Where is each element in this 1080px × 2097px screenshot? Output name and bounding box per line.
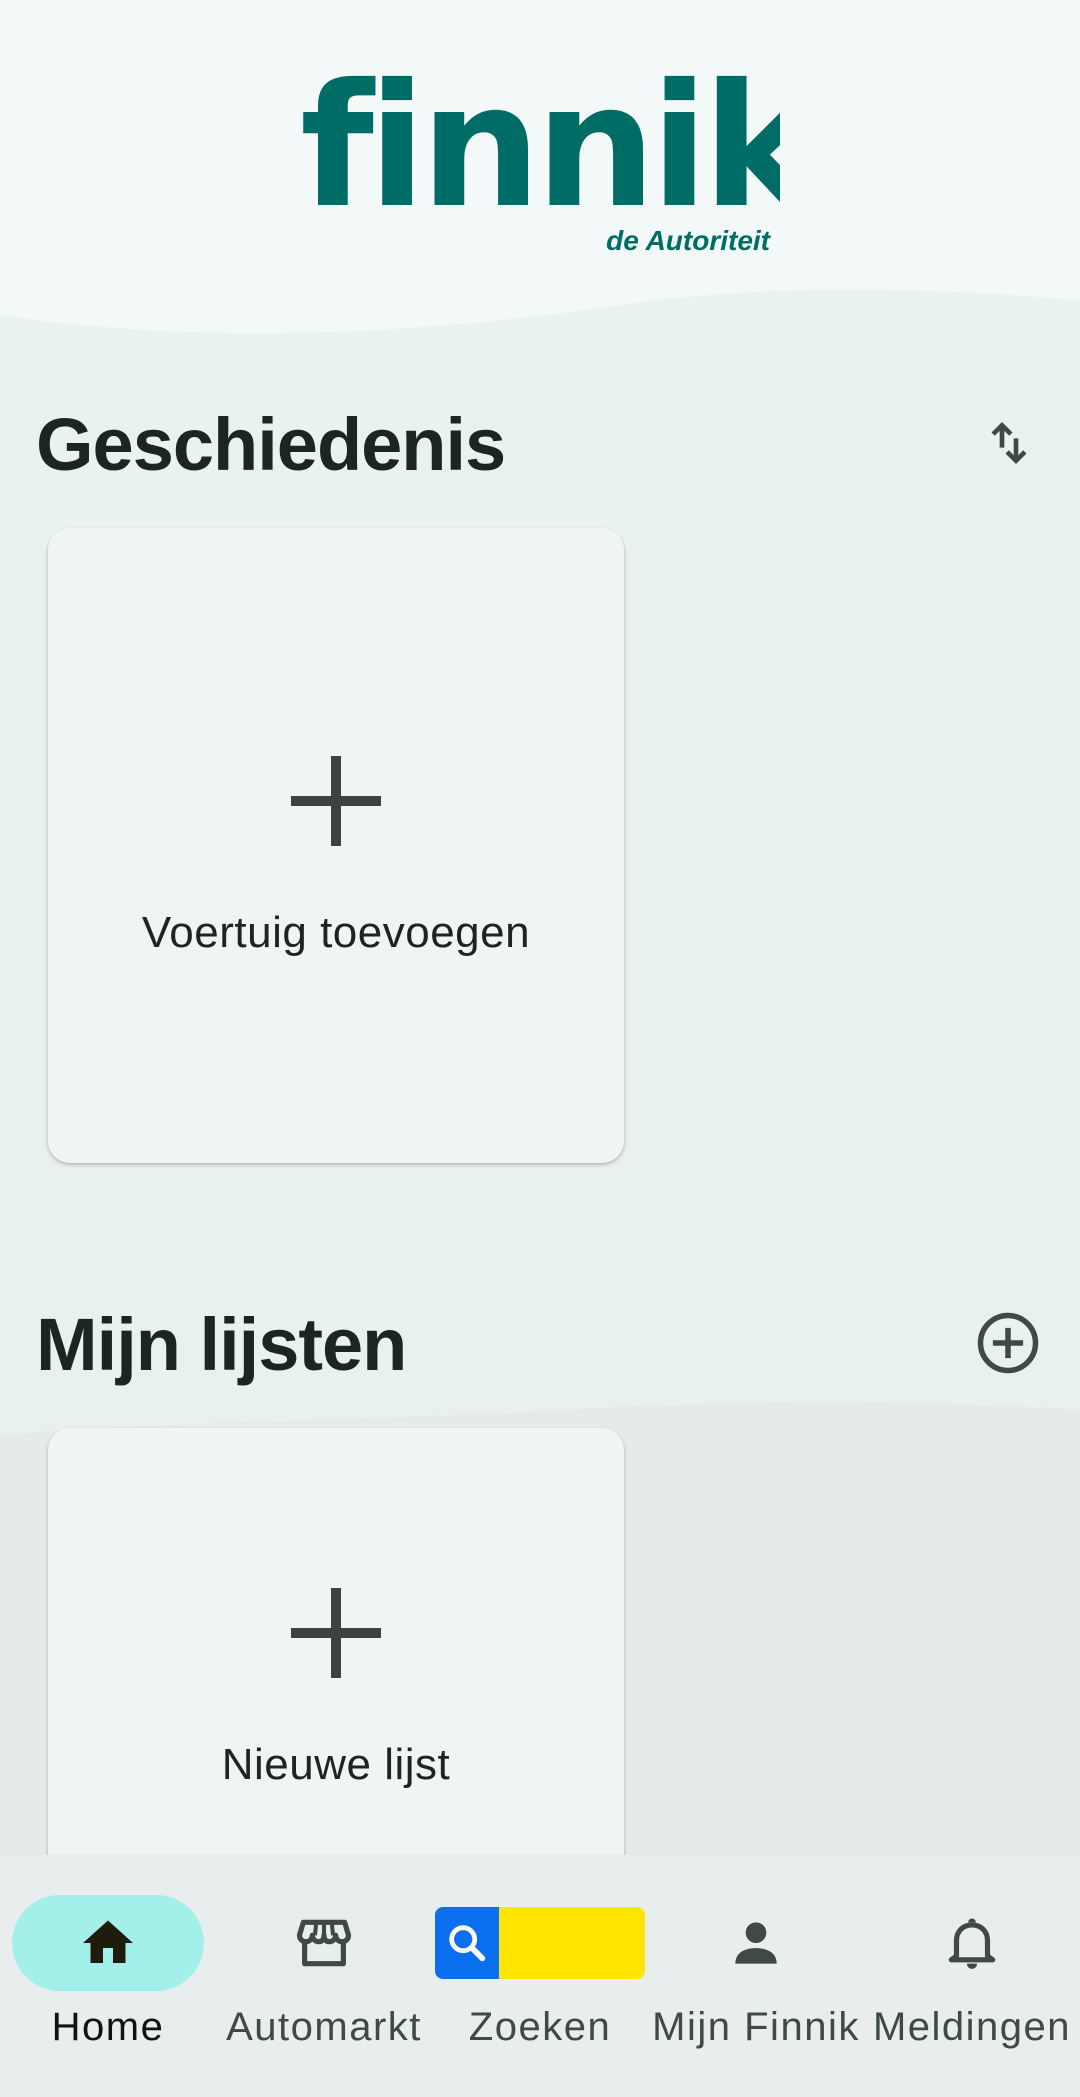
add-circle-outline-icon	[977, 1312, 1039, 1374]
nav-home[interactable]: Home	[0, 1855, 216, 2097]
search-yellow-block	[499, 1907, 645, 1979]
nav-meldingen[interactable]: Meldingen	[864, 1855, 1080, 2097]
add-list-button[interactable]	[968, 1303, 1048, 1383]
storefront-icon	[296, 1919, 352, 1967]
new-list-label: Nieuwe lijst	[221, 1740, 451, 1789]
search-button[interactable]	[435, 1907, 645, 1979]
new-list-card[interactable]: Nieuwe lijst	[48, 1428, 624, 1908]
svg-text:de Autoriteit: de Autoriteit	[606, 225, 772, 256]
plus-icon	[291, 756, 381, 846]
sort-button[interactable]	[969, 403, 1049, 483]
finnik-logo: finnik de Autoriteit	[300, 60, 780, 256]
add-vehicle-label: Voertuig toevoegen	[141, 908, 531, 957]
home-icon	[83, 1920, 133, 1963]
search-icon	[449, 1925, 486, 1962]
add-vehicle-card[interactable]: Voertuig toevoegen	[48, 528, 624, 1163]
bell-icon	[948, 1918, 996, 1969]
nav-label-meldingen: Meldingen	[872, 2005, 1072, 2049]
nav-mijn-finnik[interactable]: Mijn Finnik	[648, 1855, 864, 2097]
svg-text:finnik: finnik	[300, 60, 780, 246]
history-section-title: Geschiedenis	[36, 403, 506, 486]
nav-automarkt[interactable]: Automarkt	[216, 1855, 432, 2097]
lists-section-title: Mijn lijsten	[36, 1303, 407, 1386]
swap-vertical-icon	[991, 422, 1027, 464]
plus-icon	[291, 1588, 381, 1678]
person-icon	[735, 1922, 777, 1964]
active-indicator	[12, 1895, 204, 1991]
